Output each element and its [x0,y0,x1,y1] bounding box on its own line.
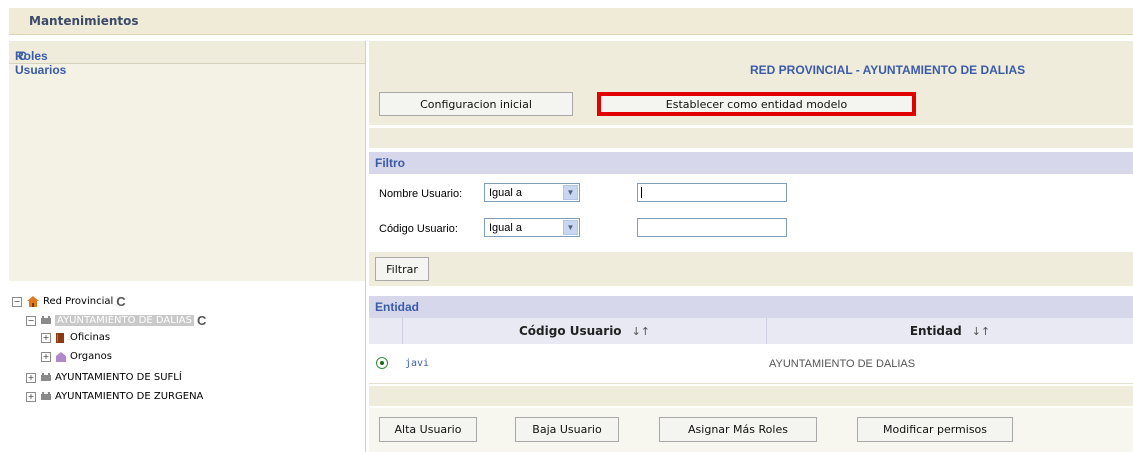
building-icon [41,392,51,401]
filter-title: Filtro [375,156,405,170]
collapse-icon[interactable]: − [26,315,36,326]
roles-header: Roles Usuarios C [9,41,365,77]
tree-node-label: AYUNTAMIENTO DE DALIAS [55,315,194,326]
nombre-usuario-input[interactable] [637,183,787,202]
entity-title-row: RED PROVINCIAL - AYUNTAMIENTO DE DALIAS [369,59,1133,81]
section-title: Mantenimientos [29,14,139,28]
entity-title: RED PROVINCIAL - AYUNTAMIENTO DE DALIAS [750,63,1026,77]
tree-node-label: Oficinas [70,332,111,343]
organ-icon [56,352,66,362]
sort-icon[interactable]: ↓↑ [632,325,650,338]
collapse-icon[interactable]: − [12,296,22,307]
tree-node-zurgena[interactable]: + AYUNTAMIENTO DE ZURGENA [26,391,203,402]
tree-node-label: Organos [70,351,112,362]
tree-node-red-provincial[interactable]: − Red Provincial C [12,294,126,309]
home-icon [27,296,39,307]
nombre-operator-select[interactable]: Igual a ▼ [484,183,580,202]
column-label: Código Usuario [518,324,622,338]
text-cursor [641,187,642,198]
filtrar-button[interactable]: Filtrar [375,257,429,281]
select-value: Igual a [489,222,523,234]
expand-icon[interactable]: + [41,332,51,343]
establecer-modelo-button[interactable]: Establecer como entidad modelo [597,92,916,116]
tree-node-sufli[interactable]: + AYUNTAMIENTO DE SUFLÍ [26,372,182,383]
codigo-usuario-input[interactable] [637,218,787,237]
chevron-down-icon: ▼ [563,220,578,235]
tree-node-organos[interactable]: + Organos [41,351,112,362]
nombre-usuario-label: Nombre Usuario: [379,188,463,200]
modificar-permisos-button[interactable]: Modificar permisos [857,417,1013,442]
entidad-header: Entidad [369,296,1133,318]
refresh-icon[interactable]: C [18,49,27,63]
refresh-icon[interactable]: C [197,313,206,328]
entity-tree: − Red Provincial C − AYUNTAMIENTO DE DAL… [9,281,365,452]
filter-header: Filtro [369,152,1133,174]
select-value: Igual a [489,187,523,199]
table-row[interactable]: javi AYUNTAMIENTO DE DALIAS [369,345,1133,384]
codigo-cell[interactable]: javi [405,358,429,369]
alta-usuario-button[interactable]: Alta Usuario [379,417,477,442]
column-label: Entidad [909,324,962,338]
tree-node-label: Red Provincial [43,296,114,307]
codigo-usuario-label: Código Usuario: [379,223,458,235]
table-header: Código Usuario ↓↑ Entidad ↓↑ [369,318,1133,344]
spacer-band [369,386,1133,406]
expand-icon[interactable]: + [41,351,51,362]
codigo-operator-select[interactable]: Igual a ▼ [484,218,580,237]
baja-usuario-button[interactable]: Baja Usuario [515,417,619,442]
main-panel: RED PROVINCIAL - AYUNTAMIENTO DE DALIAS … [369,41,1133,452]
sort-icon[interactable]: ↓↑ [972,325,990,338]
config-inicial-button[interactable]: Configuracion inicial [379,92,573,116]
radio-dot [380,361,384,365]
building-icon [41,316,51,325]
codigo-column-header[interactable]: Código Usuario ↓↑ [403,318,767,344]
entidad-cell: AYUNTAMIENTO DE DALIAS [769,358,916,370]
expand-icon[interactable]: + [26,372,36,383]
tree-node-dalias[interactable]: − AYUNTAMIENTO DE DALIAS C [26,313,206,328]
entidad-title: Entidad [375,300,419,314]
left-panel: Roles Usuarios C − Red Provincial C − AYU… [9,41,366,452]
expand-icon[interactable]: + [26,391,36,402]
entidad-column-header[interactable]: Entidad ↓↑ [767,318,1133,344]
chevron-down-icon: ▼ [563,185,578,200]
asignar-roles-button[interactable]: Asignar Más Roles [659,417,817,442]
top-bar: Mantenimientos [9,8,1133,35]
filter-action-band [369,252,1133,286]
tree-node-label: AYUNTAMIENTO DE ZURGENA [55,391,204,402]
tree-node-oficinas[interactable]: + Oficinas [41,332,110,343]
refresh-icon[interactable]: C [116,294,125,309]
building-icon [41,373,51,382]
book-icon [56,333,66,343]
spacer-band [369,128,1133,148]
row-radio[interactable] [376,357,388,369]
select-column-header [369,318,403,344]
tree-node-label: AYUNTAMIENTO DE SUFLÍ [55,372,182,383]
